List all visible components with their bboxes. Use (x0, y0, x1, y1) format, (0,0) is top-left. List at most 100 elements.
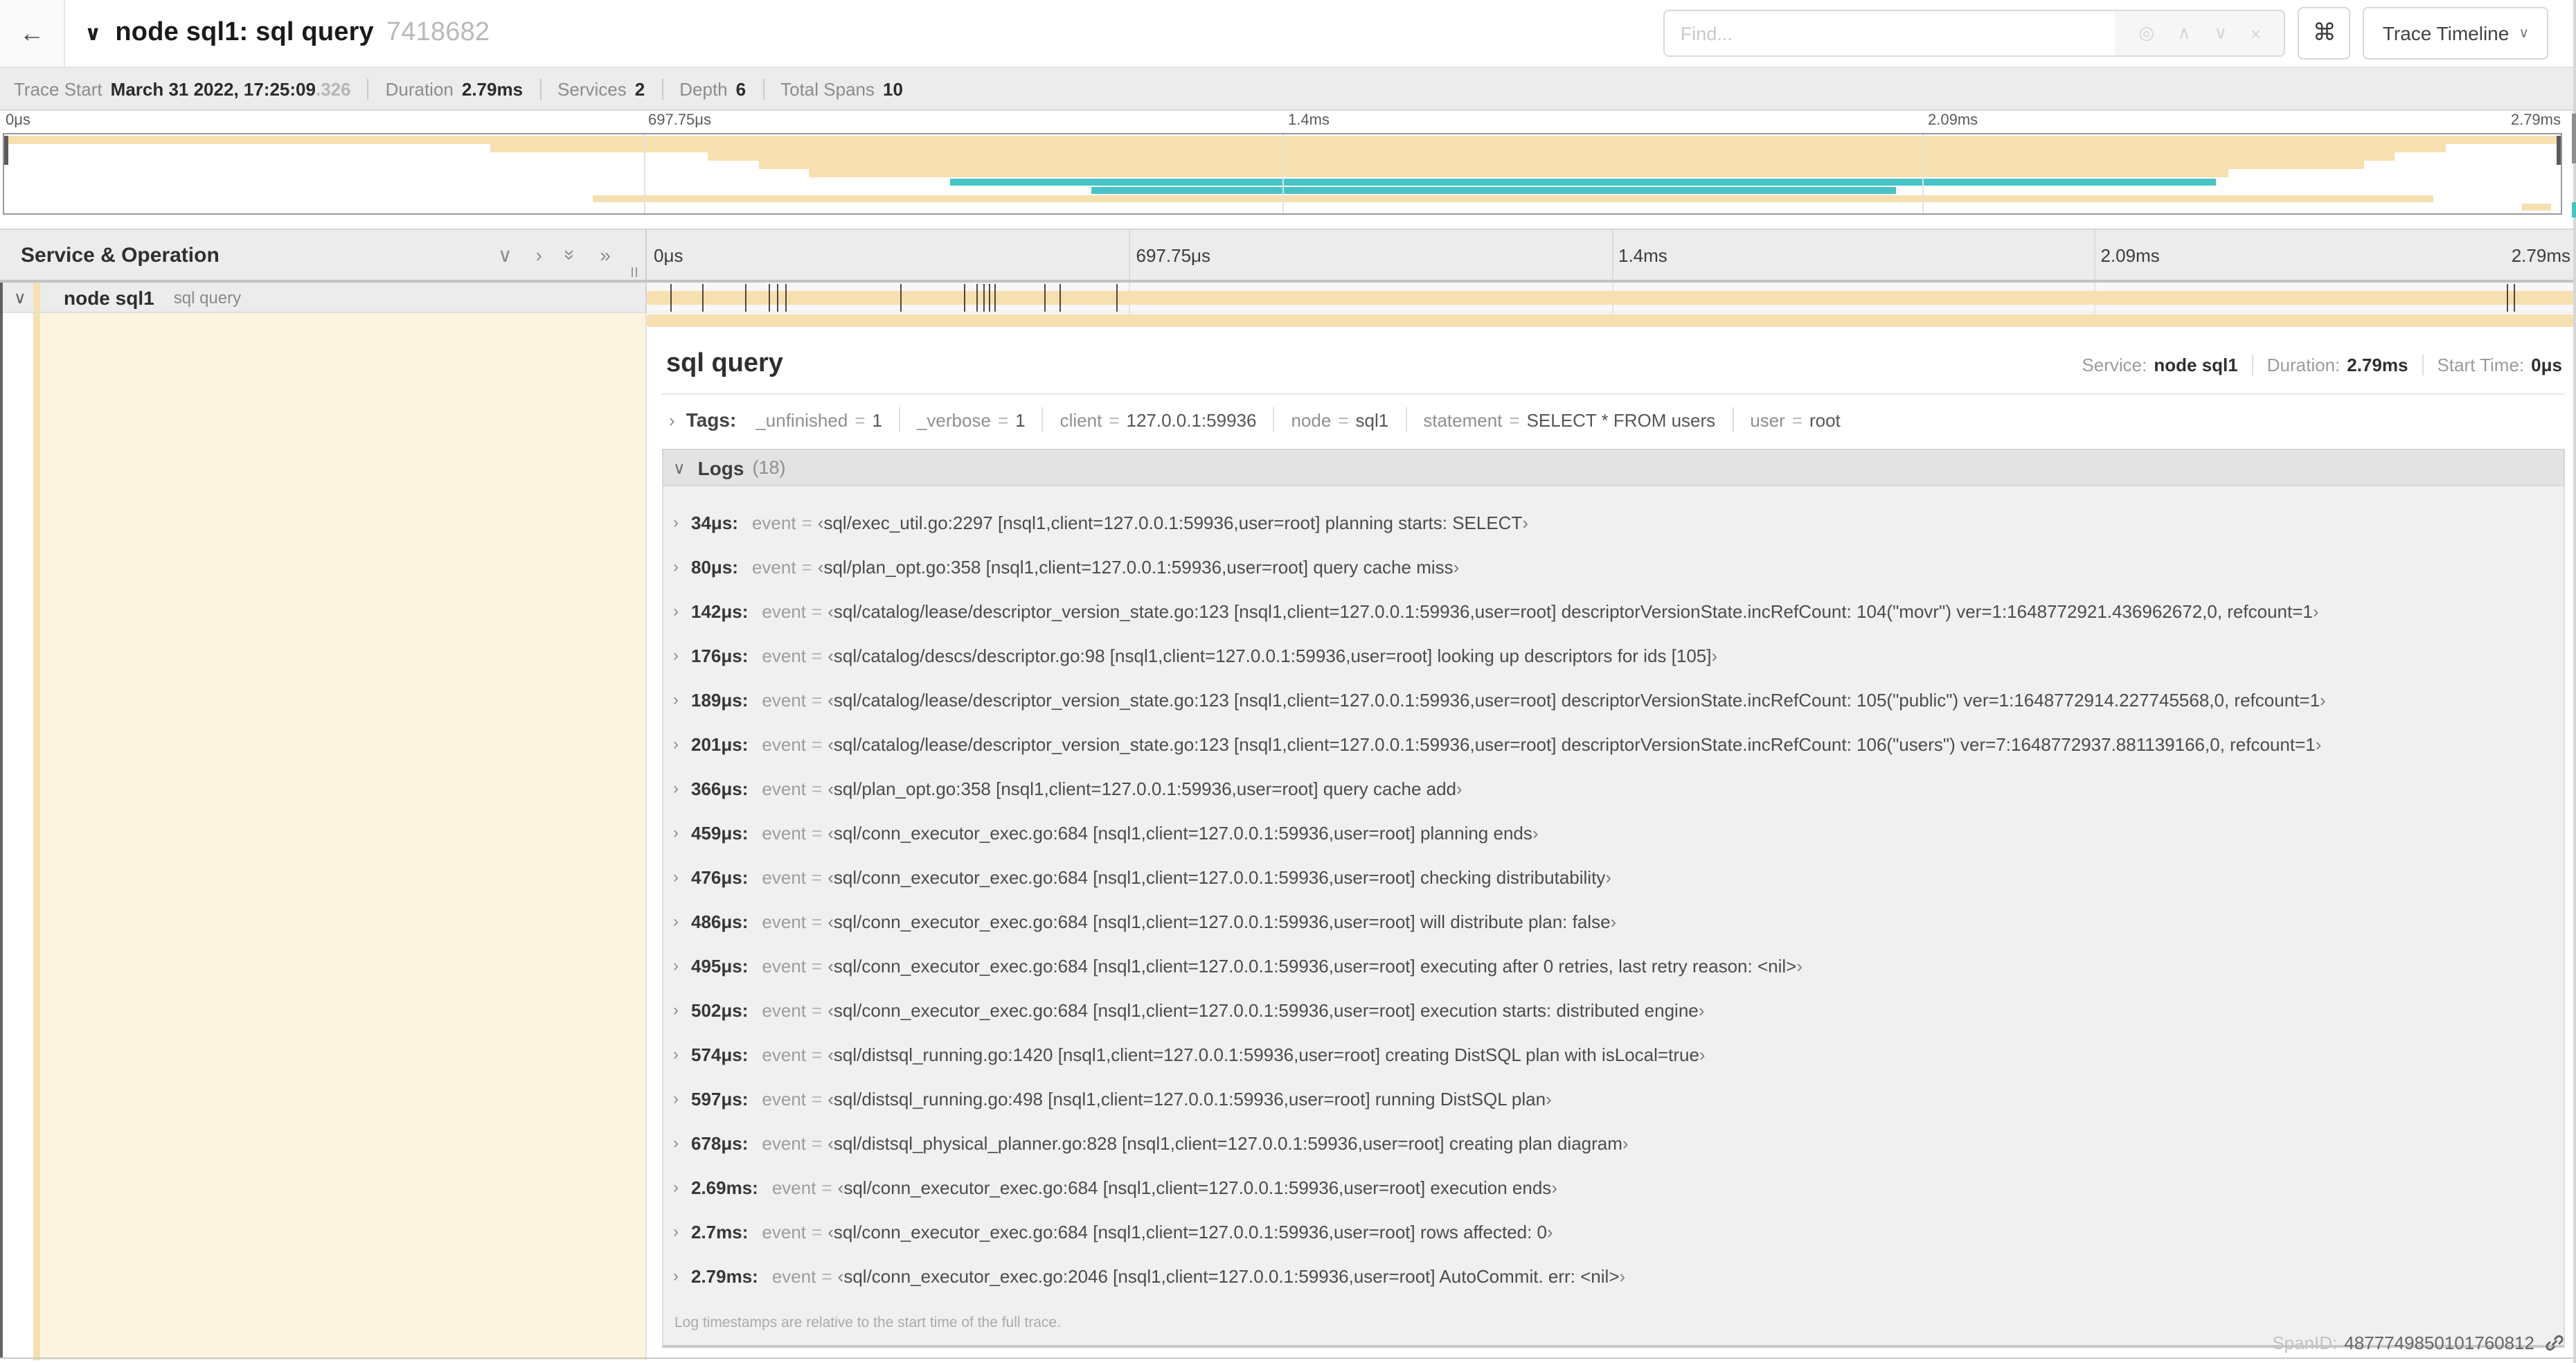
log-entry[interactable]: › 176μs: event = ‹sql/catalog/descs/descript… (663, 633, 2564, 677)
span-row-node-sql1[interactable]: ∨ node sql1 sql query (0, 283, 2576, 313)
open-bracket: ‹ (828, 866, 834, 887)
log-field-key: event (762, 955, 807, 976)
log-entry[interactable]: › 476μs: event = ‹sql/conn_executor_exec.go:… (663, 855, 2564, 899)
keyboard-shortcuts-button[interactable]: ⌘ (2298, 7, 2351, 60)
log-field-key: event (771, 1265, 816, 1286)
link-icon[interactable] (2544, 1333, 2565, 1353)
chevron-down-icon: ∨ (2519, 26, 2529, 41)
log-entry[interactable]: › 201μs: event = ‹sql/catalog/lease/descript… (663, 722, 2564, 766)
collapse-one-icon[interactable]: ∨ (498, 245, 512, 265)
close-bracket: › (1610, 911, 1617, 932)
log-entry[interactable]: › 80μs: event = ‹sql/plan_opt.go:358 [nsql1,… (663, 544, 2564, 589)
expand-all-icon[interactable]: » (600, 245, 611, 265)
minimap-canvas[interactable] (3, 133, 2562, 215)
log-entry[interactable]: › 2.7ms: event = ‹sql/conn_executor_exec.go:… (663, 1209, 2564, 1254)
scrollbar-teal-fragment (2572, 202, 2576, 217)
minimap-axis-tick-label: 2.09ms (1928, 112, 1978, 129)
log-entry[interactable]: › 459μs: event = ‹sql/conn_executor_exec.go:… (663, 810, 2564, 855)
open-bracket: ‹ (828, 1088, 834, 1109)
tag-item[interactable]: statement = SELECT * FROM users (1423, 409, 1715, 430)
minimap-right-scrub-handle[interactable] (2557, 136, 2561, 165)
log-event-text: event = ‹sql/conn_executor_exec.go:684 [ns… (772, 1177, 1557, 1197)
tag-item[interactable]: _unfinished = 1 (755, 409, 882, 430)
find-clear-icon[interactable]: × (2251, 23, 2261, 44)
log-event-text: event = ‹sql/distsql_running.go:1420 [nsql… (762, 1044, 1705, 1064)
close-bracket: › (1605, 866, 1611, 887)
span-detail-header[interactable]: sql query Service: node sql1 Duration: 2.79… (662, 346, 2565, 395)
minimap-span-bar (809, 169, 2228, 178)
minimap-axis-tick-label: 0μs (6, 112, 30, 129)
find-input[interactable] (1665, 11, 2116, 55)
log-entry[interactable]: › 2.69ms: event = ‹sql/conn_executor_exec.go… (663, 1165, 2564, 1209)
find-group: ◎ ∧ ∨ × (1663, 10, 2286, 57)
close-bracket: › (1619, 1265, 1626, 1286)
back-button[interactable]: ← (0, 0, 65, 66)
trace-metadata-bar: Trace Start March 31 2022, 17:25:09.326 Du… (0, 68, 2576, 111)
chevron-right-icon: › (673, 956, 679, 975)
tag-item[interactable]: client = 127.0.0.1:59936 (1060, 409, 1257, 430)
trace-meta-item: Total Spans 10 (780, 78, 903, 99)
chevron-right-icon: › (673, 1089, 679, 1108)
span-duration-bar (647, 314, 2576, 326)
page-bottom-border (0, 1357, 2576, 1359)
service-color-strip (33, 313, 40, 1360)
equals-sign: = (997, 409, 1009, 430)
equals-sign: = (821, 1177, 832, 1197)
find-prev-icon[interactable]: ∧ (2178, 22, 2191, 44)
page-scrollbar-thumb[interactable] (2572, 114, 2576, 163)
close-bracket: › (1796, 955, 1803, 976)
span-bar-track[interactable] (647, 283, 2576, 313)
tag-item[interactable]: node = sql1 (1291, 409, 1388, 430)
chevron-right-icon: › (673, 1133, 679, 1152)
log-entry[interactable]: › 486μs: event = ‹sql/conn_executor_exec.go:… (663, 899, 2564, 943)
trace-view-selector[interactable]: Trace Timeline ∨ (2363, 7, 2548, 60)
back-arrow-icon: ← (19, 19, 44, 46)
log-timestamp: 80μs: (691, 556, 738, 577)
detail-meta-value: 2.79ms (2347, 355, 2408, 375)
span-children-collapse-icon[interactable]: ∨ (14, 287, 33, 307)
chevron-right-icon: › (673, 557, 679, 576)
log-marker-tick (900, 284, 902, 312)
column-resizer-grip[interactable] (632, 267, 637, 277)
expand-one-icon[interactable]: › (535, 245, 542, 265)
log-entry[interactable]: › 142μs: event = ‹sql/catalog/lease/descript… (663, 589, 2564, 633)
log-field-value: sql/conn_executor_exec.go:684 [nsql1,cli… (833, 911, 1611, 932)
chevron-right-icon: › (673, 911, 679, 931)
find-match-icon[interactable]: ◎ (2138, 22, 2154, 44)
minimap-left-scrub-handle[interactable] (4, 136, 8, 165)
log-entry[interactable]: › 678μs: event = ‹sql/distsql_physical_plann… (663, 1121, 2564, 1165)
log-entry[interactable]: › 366μs: event = ‹sql/plan_opt.go:358 [nsql1… (663, 766, 2564, 810)
open-bracket: ‹ (828, 600, 834, 621)
service-operation-label: Service & Operation (21, 243, 220, 267)
open-bracket: ‹ (828, 955, 834, 976)
tags-label: Tags: (686, 409, 737, 431)
meta-value-fraction: .326 (315, 78, 351, 99)
log-entry[interactable]: › 502μs: event = ‹sql/conn_executor_exec.go:… (663, 988, 2564, 1032)
open-bracket: ‹ (828, 689, 834, 710)
find-next-icon[interactable]: ∨ (2214, 22, 2227, 44)
log-timestamp: 2.79ms: (691, 1265, 758, 1286)
log-entry[interactable]: › 574μs: event = ‹sql/distsql_running.go:142… (663, 1032, 2564, 1076)
tag-item[interactable]: _verbose = 1 (917, 409, 1026, 430)
chevron-right-icon: › (673, 778, 679, 798)
log-field-key: event (771, 1177, 816, 1197)
log-field-value: sql/catalog/lease/descriptor_version_sta… (833, 689, 2320, 710)
trace-collapse-icon[interactable]: ∨ (84, 21, 101, 46)
equals-sign: = (1791, 409, 1803, 430)
tag-item[interactable]: user = root (1750, 409, 1841, 430)
log-entry[interactable]: › 495μs: event = ‹sql/conn_executor_exec.go:… (663, 943, 2564, 988)
log-marker-tick (1116, 284, 1117, 312)
collapse-all-icon[interactable]: » (560, 249, 582, 260)
minimap-axis-tick-label: 1.4ms (1288, 112, 1330, 129)
open-bracket: ‹ (828, 733, 834, 754)
logs-accordion-header[interactable]: ∨ Logs (18) (662, 449, 2565, 485)
log-entry[interactable]: › 2.79ms: event = ‹sql/conn_executor_exec.go… (663, 1254, 2564, 1298)
log-entry[interactable]: › 34μs: event = ‹sql/exec_util.go:2297 [nsql… (663, 500, 2564, 544)
tags-accordion[interactable]: › Tags: _unfinished = 1 _verbose = 1 client = 12… (662, 395, 2565, 445)
log-entry[interactable]: › 189μs: event = ‹sql/catalog/lease/descript… (663, 677, 2564, 722)
log-entry[interactable]: › 597μs: event = ‹sql/distsql_running.go:498… (663, 1076, 2564, 1121)
meta-label: Depth (679, 78, 728, 99)
log-field-value: sql/conn_executor_exec.go:684 [nsql1,cli… (843, 1177, 1552, 1197)
log-event-text: event = ‹sql/catalog/lease/descriptor_vers… (762, 600, 2318, 621)
span-row-label[interactable]: ∨ node sql1 sql query (0, 283, 647, 313)
